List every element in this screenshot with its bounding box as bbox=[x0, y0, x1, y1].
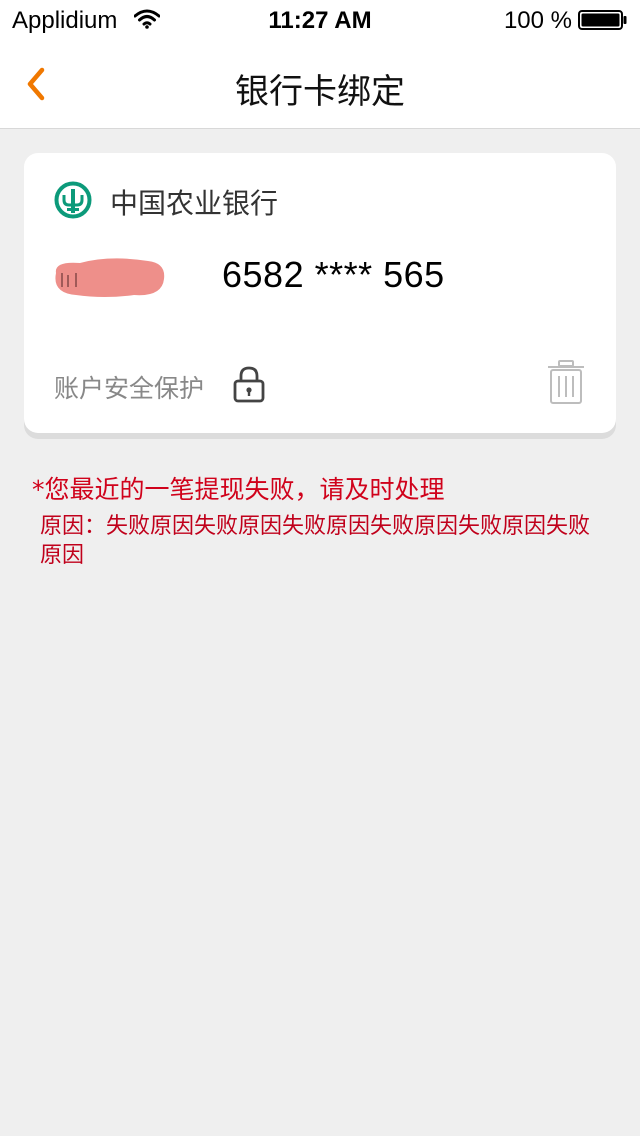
bank-name: 中国农业银行 bbox=[110, 187, 279, 220]
withdrawal-failed-warning: *您最近的一笔提现失败，请及时处理 bbox=[32, 475, 445, 504]
delete-card-button[interactable] bbox=[546, 359, 586, 405]
battery-icon bbox=[578, 10, 627, 30]
bank-card: 中国农业银行 6582 **** 565 账户安全保护 bbox=[24, 153, 616, 433]
page-title: 银行卡绑定 bbox=[235, 72, 405, 112]
battery-percent: 100 % bbox=[503, 7, 572, 34]
trash-icon bbox=[548, 360, 584, 404]
lock-icon[interactable] bbox=[232, 365, 266, 403]
card-number: 6582 **** 565 bbox=[222, 254, 445, 295]
security-protection-label: 账户安全保护 bbox=[54, 374, 205, 403]
redacted-card-holder bbox=[55, 258, 165, 297]
navigation-bar: 银行卡绑定 bbox=[0, 40, 640, 129]
status-bar: Applidium 11:27 AM 100 % bbox=[0, 0, 640, 40]
failure-reason: 原因：失败原因失败原因失败原因失败原因失败原因失败原因 bbox=[40, 514, 591, 568]
abc-bank-logo-icon bbox=[54, 181, 92, 219]
